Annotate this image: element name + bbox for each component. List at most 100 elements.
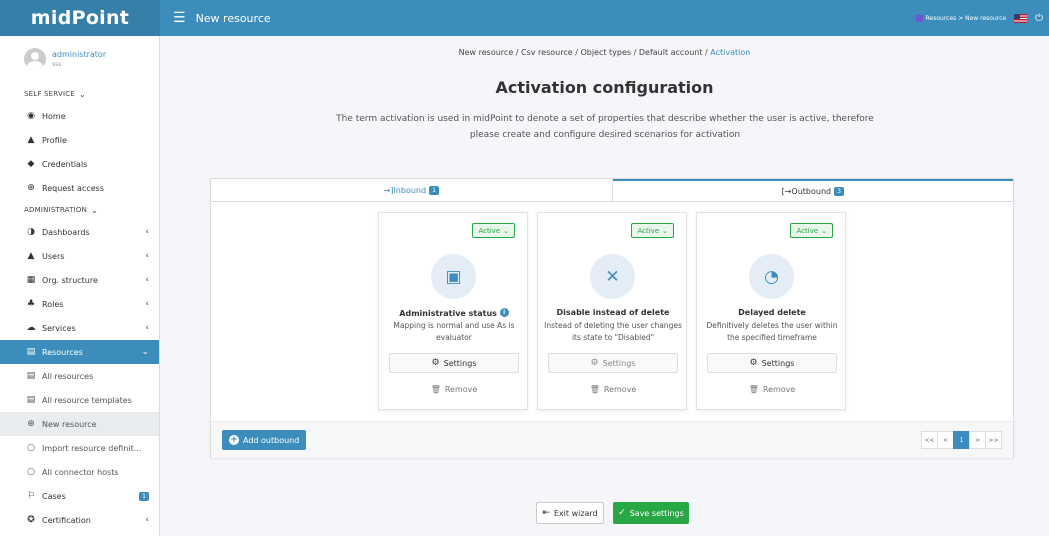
sidebar-item-roles[interactable]: ♣ Roles ‹ — [0, 292, 159, 316]
sidebar-item-certification[interactable]: ✪ Certification ‹ — [0, 508, 159, 532]
remove-button[interactable]: 🗑 Remove — [697, 385, 847, 394]
sidebar-item-label: Profile — [42, 135, 67, 145]
save-settings-button[interactable]: ✓ Save settings — [613, 502, 689, 524]
settings-label: Settings — [761, 358, 795, 368]
hamburger-icon[interactable]: ☰ — [173, 10, 186, 26]
top-right-area: Resources > New resource ⏻ — [915, 0, 1043, 36]
pagination-button[interactable]: << — [921, 431, 938, 449]
add-outbound-button[interactable]: + Add outbound — [222, 430, 307, 450]
sign-in-icon: →] — [383, 185, 394, 195]
settings-label: Settings — [443, 358, 477, 368]
us-flag-icon[interactable] — [1014, 13, 1028, 23]
tab-inbound[interactable]: →] Inbound 1 — [211, 179, 613, 201]
brand-logo[interactable]: midPoint — [0, 0, 160, 36]
sidebar-item-org-structure[interactable]: ▦ Org. structure ‹ — [0, 268, 159, 292]
sidebar-item-all-resources[interactable]: ▤ All resources — [0, 364, 159, 388]
card-description: Instead of deleting the user changes its… — [544, 321, 682, 342]
sidebar-item-profile[interactable]: ▲ Profile — [0, 128, 159, 152]
sidebar-item-new-resource[interactable]: ⊕ New resource — [0, 412, 159, 436]
card-title-text: Administrative status — [399, 309, 497, 318]
panel-footer: + Add outbound << <1 > >> — [211, 421, 1013, 458]
remove-button[interactable]: 🗑 Remove — [379, 385, 529, 394]
sidebar-item-label: Home — [42, 111, 66, 121]
user-panel[interactable]: administrator sss — [0, 36, 159, 84]
top-bar: midPoint ☰ New resource Resources > New … — [0, 0, 1049, 36]
sidebar-item-credentials[interactable]: ◆ Credentials — [0, 152, 159, 176]
sidebar-item-label: Request access — [42, 183, 104, 193]
sidebar-item-label: All resource templates — [42, 395, 132, 405]
card-description: Definitively deletes the user within the… — [706, 321, 838, 342]
sidebar-item-import-resource-definit[interactable]: ○ Import resource definit... — [0, 436, 159, 460]
section-self-service[interactable]: SELF SERVICE ⌄ — [0, 84, 159, 104]
trash-icon: 🗑 — [748, 385, 759, 394]
database-icon: ▤ — [26, 347, 36, 357]
user-name[interactable]: administrator — [52, 50, 106, 59]
chevron-left-icon: ‹ — [145, 227, 149, 237]
sidebar-item-request-access[interactable]: ⊕ Request access — [0, 176, 159, 200]
user-icon: ▲ — [27, 251, 35, 261]
pagination-button[interactable]: < — [937, 431, 954, 449]
power-icon[interactable]: ⏻ — [1035, 13, 1043, 24]
sidebar-item-home[interactable]: ◉ Home — [0, 104, 159, 128]
sidebar-item-cases[interactable]: ⚐ Cases 1 — [0, 484, 159, 508]
settings-button[interactable]: ⚙ Settings — [707, 353, 837, 373]
profile-icon: ▲ — [27, 135, 35, 145]
roles-icon: ♣ — [26, 299, 36, 309]
chevron-down-icon: ⌄ — [78, 89, 86, 99]
database-icon: ▤ — [26, 371, 36, 381]
info-icon[interactable]: i — [499, 308, 509, 317]
sidebar-item-all-resource-templates[interactable]: ▤ All resource templates — [0, 388, 159, 412]
lifecycle-state-select[interactable]: Active ⌄ — [631, 223, 674, 238]
sidebar-item-label: Resources — [42, 347, 83, 357]
sidebar-item-label: Import resource definit... — [42, 443, 142, 453]
tab-outbound[interactable]: [→ Outbound 3 — [612, 179, 1013, 201]
breadcrumb-separator: / — [631, 48, 639, 57]
gear-icon: ⚙ — [749, 358, 758, 368]
section-administration[interactable]: ADMINISTRATION ⌄ — [0, 200, 159, 220]
select-value: Active — [796, 226, 819, 235]
chevron-left-icon: ‹ — [145, 299, 149, 309]
database-icon: ▤ — [26, 395, 36, 405]
tab-label: Inbound — [393, 185, 427, 195]
lifecycle-state-select[interactable]: Active ⌄ — [790, 223, 833, 238]
select-value: Active — [637, 226, 660, 235]
breadcrumb-item[interactable]: Default account — [639, 48, 703, 57]
plus-circle-icon: + — [229, 435, 239, 445]
pagination-button[interactable]: >> — [985, 431, 1002, 449]
sidebar-item-label: Users — [42, 251, 65, 261]
select-value: Active — [478, 226, 501, 235]
chevron-left-icon: ‹ — [145, 251, 149, 261]
sidebar-item-label: Org. structure — [42, 275, 98, 285]
breadcrumb-item[interactable]: New resource — [459, 48, 514, 57]
settings-button[interactable]: ⚙ Settings — [548, 353, 678, 373]
section-label: ADMINISTRATION — [24, 206, 88, 214]
pagination: << <1 > >> — [921, 431, 1002, 449]
sidebar-item-resources[interactable]: ▤ Resources ⌄ — [0, 340, 159, 364]
breadcrumb-item[interactable]: Csv resource — [521, 48, 573, 57]
home-icon: ◉ — [27, 111, 35, 121]
id-badge-icon: ▣ — [431, 254, 476, 299]
pagination-button[interactable]: 1 — [953, 431, 970, 449]
sidebar-item-users[interactable]: ▲ Users ‹ — [0, 244, 159, 268]
exit-wizard-button[interactable]: ⇤ Exit wizard — [536, 502, 604, 524]
lifecycle-state-select[interactable]: Active ⌄ — [472, 223, 515, 238]
settings-label: Settings — [602, 358, 636, 368]
sidebar-item-dashboards[interactable]: ◑ Dashboards ‹ — [0, 220, 159, 244]
sidebar-item-all-connector-hosts[interactable]: ○ All connector hosts — [0, 460, 159, 484]
remove-button[interactable]: 🗑 Remove — [538, 385, 688, 394]
sidebar-item-services[interactable]: ☁ Services ‹ — [0, 316, 159, 340]
top-breadcrumb[interactable]: Resources > New resource — [915, 14, 1006, 22]
pagination-button[interactable]: > — [969, 431, 986, 449]
page-title: Activation configuration — [495, 78, 714, 97]
circle-icon: ○ — [27, 467, 35, 477]
page-subtitle: The term activation is used in midPoint … — [336, 114, 874, 140]
sidebar: administrator sss SELF SERVICE ⌄ ◉ Home ▲ Pr… — [0, 36, 160, 536]
breadcrumb-separator: / — [513, 48, 522, 57]
breadcrumb-item[interactable]: Object types — [580, 48, 631, 57]
card-title: Disable instead of delete — [538, 308, 688, 317]
chevron-down-icon: ⌄ — [141, 347, 149, 357]
activation-card: Active ⌄ ◔ Delayed delete Definitively delet… — [696, 212, 846, 410]
user-subtitle: sss — [52, 61, 62, 68]
settings-button[interactable]: ⚙ Settings — [389, 353, 519, 373]
clock-icon: ◔ — [749, 254, 794, 299]
